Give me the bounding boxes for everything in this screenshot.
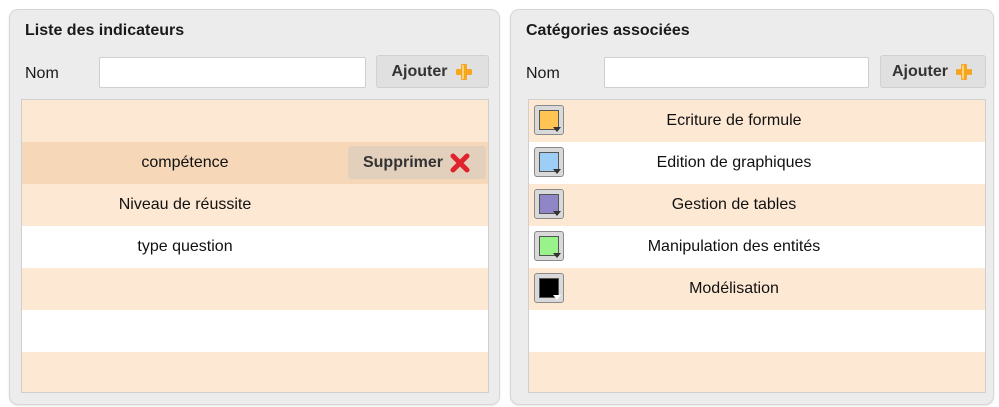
chevron-down-icon xyxy=(553,211,561,216)
chevron-down-icon xyxy=(553,295,561,300)
list-item[interactable]: Niveau de réussite xyxy=(22,184,488,226)
list-item[interactable] xyxy=(22,100,488,142)
list-item[interactable] xyxy=(529,310,985,352)
add-category-button[interactable]: Ajouter xyxy=(880,55,986,88)
color-picker[interactable] xyxy=(534,189,564,219)
list-item-label: type question xyxy=(137,238,233,255)
list-item-selected[interactable]: compétence Supprimer xyxy=(22,142,488,184)
list-item-label: Gestion de tables xyxy=(671,196,797,213)
list-item-label: Modélisation xyxy=(689,280,779,297)
list-item-label xyxy=(22,268,348,310)
color-picker[interactable] xyxy=(534,273,564,303)
plus-icon xyxy=(954,62,974,82)
list-item-label: Ecriture de formule xyxy=(666,112,802,129)
chevron-down-icon xyxy=(553,127,561,132)
list-item-label xyxy=(22,310,348,352)
color-picker[interactable] xyxy=(534,105,564,135)
list-item-label: Manipulation des entités xyxy=(647,238,821,255)
categories-list: Ecriture de formule Edition de graphique… xyxy=(528,99,986,393)
list-item[interactable] xyxy=(22,352,488,392)
delete-button-label: Supprimer xyxy=(362,153,443,171)
list-item-label xyxy=(579,310,889,352)
color-picker[interactable] xyxy=(534,231,564,261)
indicators-panel: Liste des indicateurs Nom Ajouter compét… xyxy=(9,9,500,405)
list-item[interactable] xyxy=(22,268,488,310)
name-label: Nom xyxy=(25,65,59,82)
list-item[interactable] xyxy=(529,352,985,392)
indicator-name-input[interactable] xyxy=(99,57,366,88)
chevron-down-icon xyxy=(553,169,561,174)
delete-button[interactable]: Supprimer xyxy=(348,146,486,179)
list-item[interactable]: Edition de graphiques xyxy=(529,142,985,184)
list-item[interactable]: Ecriture de formule xyxy=(529,100,985,142)
list-item[interactable]: type question xyxy=(22,226,488,268)
list-item-label xyxy=(22,100,348,142)
add-indicator-button[interactable]: Ajouter xyxy=(376,55,489,88)
name-label: Nom xyxy=(526,65,560,82)
indicators-list: compétence Supprimer Niveau de réussite … xyxy=(21,99,489,393)
categories-panel: Catégories associées Nom Ajouter Ecritur… xyxy=(510,9,994,405)
list-item[interactable]: Manipulation des entités xyxy=(529,226,985,268)
list-item-label xyxy=(22,352,348,392)
chevron-down-icon xyxy=(553,253,561,258)
list-item-label: Edition de graphiques xyxy=(656,154,812,171)
panel-title: Catégories associées xyxy=(526,22,690,39)
list-item-label: Niveau de réussite xyxy=(118,196,252,213)
x-icon xyxy=(449,152,471,174)
plus-icon xyxy=(454,62,474,82)
color-picker[interactable] xyxy=(534,147,564,177)
category-name-input[interactable] xyxy=(604,57,869,88)
add-button-label: Ajouter xyxy=(391,62,448,80)
list-item-label: compétence xyxy=(141,154,229,171)
list-item-label xyxy=(579,352,889,392)
panel-title: Liste des indicateurs xyxy=(25,22,185,39)
list-item[interactable]: Modélisation xyxy=(529,268,985,310)
list-item[interactable] xyxy=(22,310,488,352)
list-item[interactable]: Gestion de tables xyxy=(529,184,985,226)
add-button-label: Ajouter xyxy=(892,62,948,80)
